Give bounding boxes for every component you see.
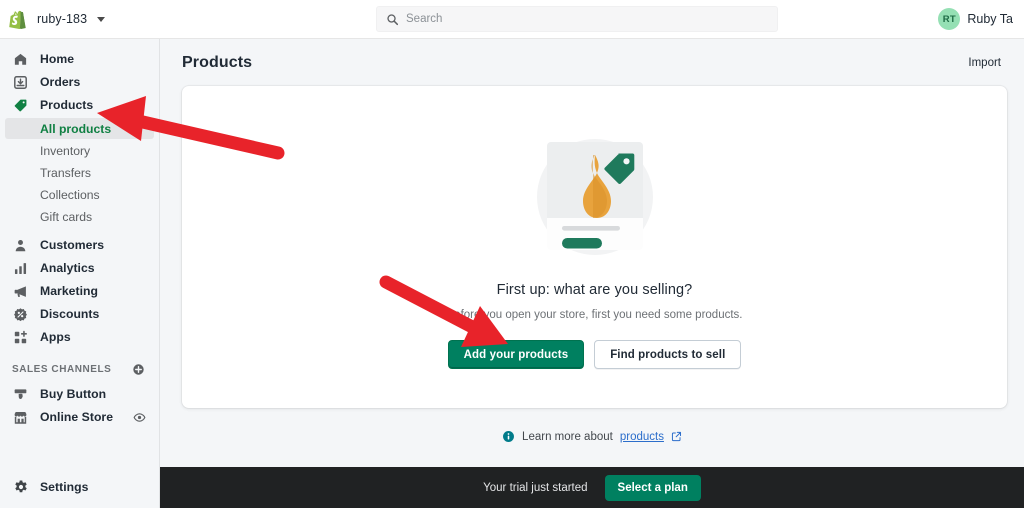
sales-channels-header: SALES CHANNELS xyxy=(0,359,159,379)
sidebar-item-buy-button[interactable]: Buy Button xyxy=(5,383,154,405)
shopify-admin-window: ruby-183 Search RT Ruby Ta Home Orders P… xyxy=(0,0,1024,508)
info-circle-icon xyxy=(502,430,515,443)
external-link-icon xyxy=(671,431,682,442)
avatar: RT xyxy=(938,8,961,30)
sidebar-item-label: Orders xyxy=(40,75,81,89)
sidebar-item-online-store[interactable]: Online Store xyxy=(5,406,154,428)
sidebar-item-label: Discounts xyxy=(40,307,100,321)
sidebar-item-products[interactable]: Products xyxy=(5,94,154,116)
search-input[interactable]: Search xyxy=(376,6,778,32)
bar-chart-icon xyxy=(12,260,29,277)
products-tag-icon xyxy=(12,97,29,114)
sidebar-item-label: Home xyxy=(40,52,75,66)
search-icon xyxy=(387,13,399,25)
apps-grid-plus-icon xyxy=(12,329,29,346)
sidebar-item-transfers[interactable]: Transfers xyxy=(5,162,154,183)
eye-icon[interactable] xyxy=(133,411,146,424)
sidebar-item-orders[interactable]: Orders xyxy=(5,71,154,93)
top-bar: ruby-183 Search RT Ruby Ta xyxy=(0,0,1024,39)
gear-icon xyxy=(12,478,29,495)
empty-state-actions: Add your products Find products to sell xyxy=(447,340,742,369)
sidebar-subitem-label: Transfers xyxy=(40,165,92,180)
plus-circle-icon[interactable] xyxy=(131,362,146,377)
discount-percent-icon xyxy=(12,306,29,323)
search-area: Search xyxy=(262,6,892,32)
sidebar-item-customers[interactable]: Customers xyxy=(5,234,154,256)
empty-state-card: First up: what are you selling? Before y… xyxy=(182,86,1007,408)
home-icon xyxy=(12,51,29,68)
user-name: Ruby Ta xyxy=(967,12,1013,26)
products-help-link[interactable]: products xyxy=(620,431,664,443)
learn-more-row: Learn more about products xyxy=(160,430,1024,443)
shopify-bag-logo xyxy=(9,10,26,29)
sidebar-subitem-label: All products xyxy=(40,121,112,136)
sidebar-subitem-label: Collections xyxy=(40,187,100,202)
user-menu[interactable]: RT Ruby Ta xyxy=(892,8,1024,30)
brand-area[interactable]: ruby-183 xyxy=(0,9,262,29)
sidebar-item-label: Online Store xyxy=(40,410,114,424)
sidebar-item-marketing[interactable]: Marketing xyxy=(5,280,154,302)
sidebar-item-label: Apps xyxy=(40,330,71,344)
sidebar-item-collections[interactable]: Collections xyxy=(5,184,154,205)
import-button[interactable]: Import xyxy=(968,57,1001,69)
sidebar-subitem-label: Inventory xyxy=(40,143,91,158)
megaphone-icon xyxy=(12,283,29,300)
select-a-plan-button[interactable]: Select a plan xyxy=(604,474,701,501)
learn-more-text: Learn more about xyxy=(522,430,613,443)
find-products-to-sell-button[interactable]: Find products to sell xyxy=(594,340,742,369)
chevron-down-icon[interactable] xyxy=(97,16,106,22)
sidebar-item-label: Settings xyxy=(40,479,89,494)
sidebar-subitem-label: Gift cards xyxy=(40,209,93,224)
store-name: ruby-183 xyxy=(37,12,88,26)
sidebar-item-discounts[interactable]: Discounts xyxy=(5,303,154,325)
empty-state-title: First up: what are you selling? xyxy=(496,282,693,298)
sidebar-item-gift-cards[interactable]: Gift cards xyxy=(5,206,154,227)
storefront-icon xyxy=(12,409,29,426)
sidebar-item-apps[interactable]: Apps xyxy=(5,326,154,348)
sidebar-item-settings[interactable]: Settings xyxy=(0,465,160,508)
sidebar-item-label: Customers xyxy=(40,238,105,252)
person-icon xyxy=(12,237,29,254)
sidebar-item-analytics[interactable]: Analytics xyxy=(5,257,154,279)
sidebar-item-all-products[interactable]: All products xyxy=(5,118,154,139)
sidebar-item-label: Marketing xyxy=(40,284,99,298)
sidebar: Home Orders Products All products Invent… xyxy=(0,39,160,508)
add-your-products-button[interactable]: Add your products xyxy=(447,340,585,369)
sidebar-item-home[interactable]: Home xyxy=(5,48,154,70)
sidebar-item-label: Products xyxy=(40,98,94,112)
page-header: Products Import xyxy=(160,39,1024,72)
sales-channels-title: SALES CHANNELS xyxy=(12,363,112,375)
sidebar-item-label: Analytics xyxy=(40,261,95,275)
main-content: Products Import First up: what are you s… xyxy=(160,39,1024,508)
trial-banner-text: Your trial just started xyxy=(483,481,588,494)
page-title: Products xyxy=(182,54,253,71)
products-subnav: All products Inventory Transfers Collect… xyxy=(0,118,159,227)
orders-inbox-icon xyxy=(12,74,29,91)
product-card-vase-illustration xyxy=(536,139,653,255)
trial-banner: Your trial just started Select a plan xyxy=(160,467,1024,508)
buy-button-icon xyxy=(12,386,29,403)
search-placeholder: Search xyxy=(406,13,443,25)
empty-state-subtitle: Before you open your store, first you ne… xyxy=(446,309,743,321)
sidebar-item-inventory[interactable]: Inventory xyxy=(5,140,154,161)
sidebar-item-label: Buy Button xyxy=(40,387,107,401)
